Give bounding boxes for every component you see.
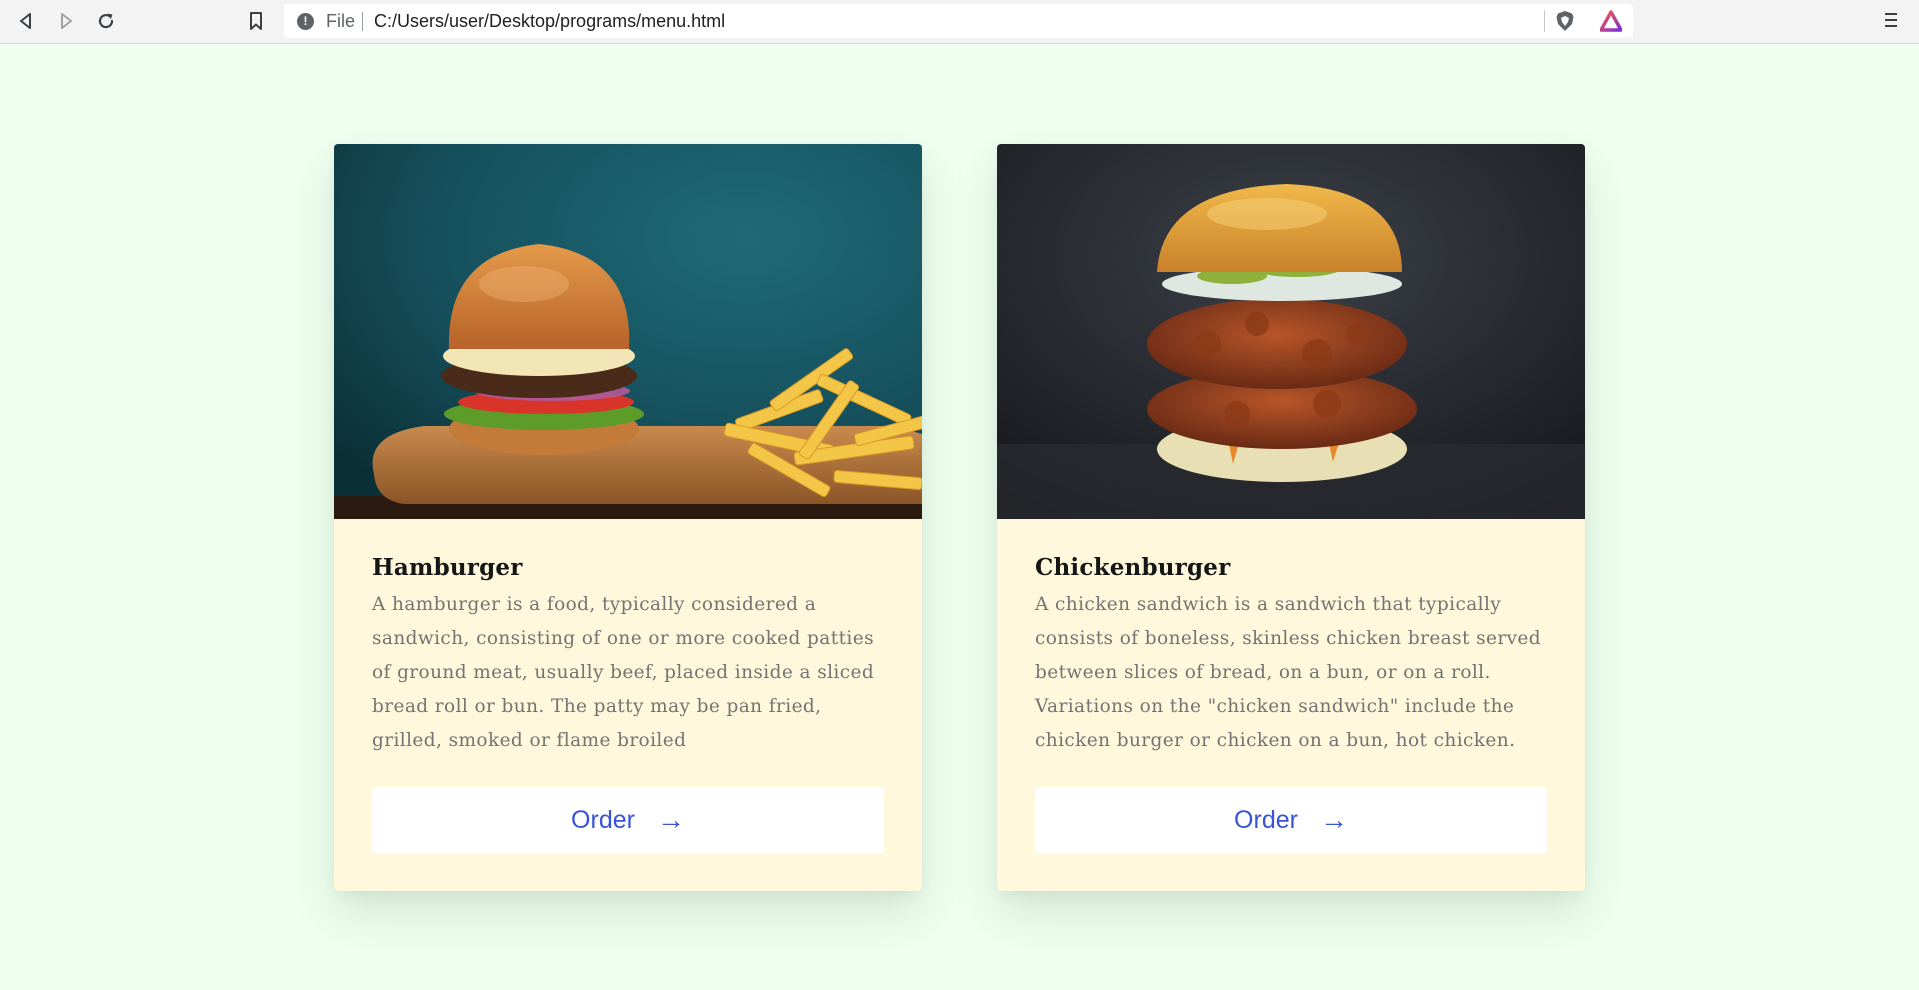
brave-rewards-icon[interactable]	[1600, 10, 1622, 32]
order-button-label: Order	[1234, 805, 1298, 834]
brave-shield-icon[interactable]	[1554, 10, 1576, 32]
forward-arrow-icon	[61, 13, 72, 29]
order-button-hamburger[interactable]: Order →	[372, 787, 884, 853]
card-title: Chickenburger	[1035, 554, 1231, 581]
card-title: Hamburger	[372, 554, 523, 581]
right-arrow-icon: →	[656, 804, 685, 835]
url-text[interactable]: C:/Users/user/Desktop/programs/menu.html	[374, 4, 725, 38]
order-button-chickenburger[interactable]: Order →	[1035, 787, 1547, 853]
reload-button[interactable]	[91, 6, 121, 36]
order-button-label: Order	[571, 805, 635, 834]
url-scheme: File	[326, 11, 356, 31]
browser-toolbar: ! File C:/Users/user/Desktop/programs/me…	[0, 0, 1919, 44]
chickenburger-photo	[997, 144, 1585, 519]
address-bar[interactable]: ! File C:/Users/user/Desktop/programs/me…	[284, 4, 1633, 38]
back-button[interactable]	[11, 6, 41, 36]
bookmark-button[interactable]	[241, 6, 271, 36]
hamburger-menu-icon[interactable]	[1880, 8, 1904, 32]
info-icon[interactable]: !	[297, 13, 314, 30]
scheme-divider	[362, 12, 363, 31]
forward-button[interactable]	[51, 6, 81, 36]
omnibox-divider	[1544, 10, 1545, 32]
reload-icon	[98, 13, 114, 29]
back-arrow-icon	[20, 13, 31, 29]
card-description: A chicken sandwich is a sandwich that ty…	[1035, 594, 1542, 751]
right-arrow-icon: →	[1319, 804, 1348, 835]
menu-card-chickenburger: Chickenburger A chicken sandwich is a sa…	[997, 144, 1585, 891]
card-description: A hamburger is a food, typically conside…	[372, 594, 875, 751]
hamburger-photo	[334, 144, 922, 519]
menu-card-hamburger: Hamburger A hamburger is a food, typical…	[334, 144, 922, 891]
bookmark-icon	[250, 12, 262, 30]
